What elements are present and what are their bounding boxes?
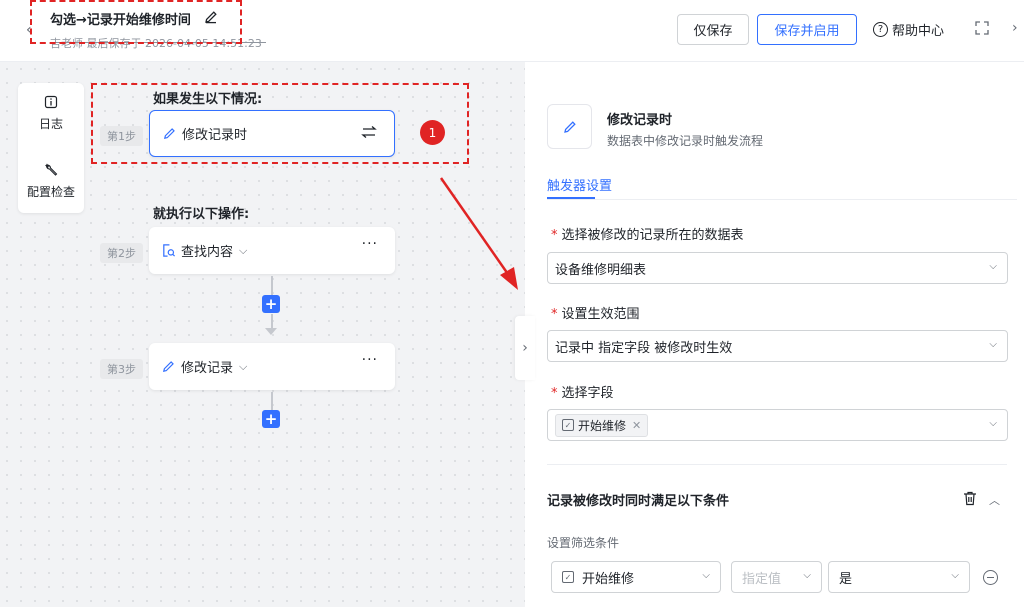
condition-value: 是 — [839, 571, 853, 587]
condition-operator-value: 指定值 — [742, 571, 782, 587]
table-field-label: * 选择被修改的记录所在的数据表 — [551, 228, 744, 243]
close-icon[interactable]: ✕ — [632, 419, 641, 432]
field-select-label-text: 选择字段 — [561, 386, 614, 401]
condition-sublabel: 设置筛选条件 — [547, 536, 620, 550]
condition-section-title: 记录被修改时同时满足以下条件 — [547, 494, 730, 509]
trash-icon[interactable] — [963, 491, 977, 506]
condition-value-select[interactable]: 是 ⌵ — [828, 561, 970, 593]
field-tag-label: 开始维修 — [578, 418, 627, 433]
question-icon: ? — [873, 22, 888, 37]
more-icon[interactable]: ··· — [362, 352, 378, 368]
chevron-down-icon: ⌵ — [989, 261, 997, 272]
pencil-icon — [162, 361, 174, 373]
trigger-icon-box — [547, 104, 592, 149]
scope-select[interactable]: 记录中 指定字段 被修改时生效 ⌵ — [547, 330, 1008, 362]
chevron-down-icon: ⌵ — [989, 339, 997, 350]
step-2-label: 第2步 — [100, 243, 143, 263]
chevron-down-icon[interactable]: ⌵ — [239, 360, 247, 374]
fullscreen-icon[interactable] — [974, 20, 990, 36]
table-select[interactable]: 设备维修明细表 ⌵ — [547, 252, 1008, 284]
scope-field-label-text: 设置生效范围 — [561, 307, 640, 322]
checkbox-icon: ✓ — [562, 571, 574, 583]
field-tag: ✓ 开始维修 ✕ — [555, 413, 649, 437]
remove-condition-icon[interactable] — [983, 570, 998, 585]
annotation-box-title — [30, 0, 242, 44]
collapse-panel-handle[interactable]: › — [515, 316, 535, 380]
log-tool[interactable]: 日志 — [18, 95, 84, 132]
chevron-down-icon: ⌵ — [702, 570, 710, 581]
chevron-up-icon[interactable]: ︿ — [989, 492, 1000, 508]
search-doc-icon — [163, 244, 176, 257]
panel-title: 修改记录时 — [607, 113, 673, 128]
modify-record-card[interactable]: 修改记录 ⌵ ··· — [149, 343, 395, 390]
connector-line — [271, 276, 273, 296]
help-center-label: 帮助中心 — [892, 24, 945, 39]
section-divider — [547, 464, 1007, 465]
then-section-label: 就执行以下操作: — [153, 207, 250, 222]
wrench-icon — [45, 163, 58, 176]
log-label: 日志 — [38, 117, 63, 131]
tab-divider — [547, 199, 1017, 200]
save-and-enable-button[interactable]: 保存并启用 — [757, 14, 857, 45]
header: ‹ 勾选→记录开始维修时间 吉老师 最后保存于 2026-04-05 14:51… — [0, 0, 1024, 62]
table-select-value: 设备维修明细表 — [555, 262, 647, 278]
field-select-label: * 选择字段 — [551, 386, 614, 401]
connector-line — [271, 392, 273, 410]
add-step-button[interactable]: + — [262, 295, 280, 313]
annotation-badge-1: 1 — [420, 120, 445, 145]
find-content-card[interactable]: 查找内容 ⌵ ··· — [149, 227, 395, 274]
pencil-icon — [564, 121, 576, 133]
chevron-right-icon[interactable]: › — [1012, 20, 1018, 36]
trigger-card-label: 修改记录时 — [182, 128, 248, 143]
chevron-down-icon[interactable]: ⌵ — [239, 244, 247, 258]
save-only-button[interactable]: 仅保存 — [677, 14, 749, 45]
chevron-down-icon: ⌵ — [951, 570, 959, 581]
condition-operator-select[interactable]: 指定值 ⌵ — [731, 561, 822, 593]
scope-select-value: 记录中 指定字段 被修改时生效 — [555, 340, 733, 356]
help-center-link[interactable]: ? 帮助中心 — [873, 20, 944, 39]
add-step-button[interactable]: + — [262, 410, 280, 428]
pencil-icon — [163, 128, 175, 140]
connector-arrowhead — [265, 328, 277, 335]
more-icon[interactable]: ··· — [362, 236, 378, 252]
side-toolbar: 日志 配置检查 — [18, 83, 84, 213]
chevron-down-icon: ⌵ — [989, 418, 997, 429]
condition-field-value: 开始维修 — [582, 571, 635, 587]
condition-field-select[interactable]: ✓ 开始维修 ⌵ — [551, 561, 721, 593]
table-field-label-text: 选择被修改的记录所在的数据表 — [561, 228, 744, 243]
tab-active-underline — [547, 197, 595, 199]
panel-description: 数据表中修改记录时触发流程 — [607, 134, 764, 148]
config-check-tool[interactable]: 配置检查 — [18, 163, 84, 200]
swap-icon[interactable] — [361, 125, 377, 139]
chevron-down-icon: ⌵ — [803, 570, 811, 581]
modify-record-label: 修改记录 — [181, 361, 234, 376]
step-3-label: 第3步 — [100, 359, 143, 379]
info-icon — [44, 95, 58, 109]
scope-field-label: * 设置生效范围 — [551, 307, 640, 322]
field-multiselect[interactable]: ✓ 开始维修 ✕ ⌵ — [547, 409, 1008, 441]
trigger-card[interactable]: 修改记录时 — [149, 110, 395, 157]
find-content-label: 查找内容 — [181, 245, 234, 260]
checkbox-icon: ✓ — [562, 419, 574, 431]
step-1-label: 第1步 — [100, 126, 143, 146]
config-check-label: 配置检查 — [26, 185, 75, 199]
tab-trigger-settings[interactable]: 触发器设置 — [547, 175, 612, 194]
